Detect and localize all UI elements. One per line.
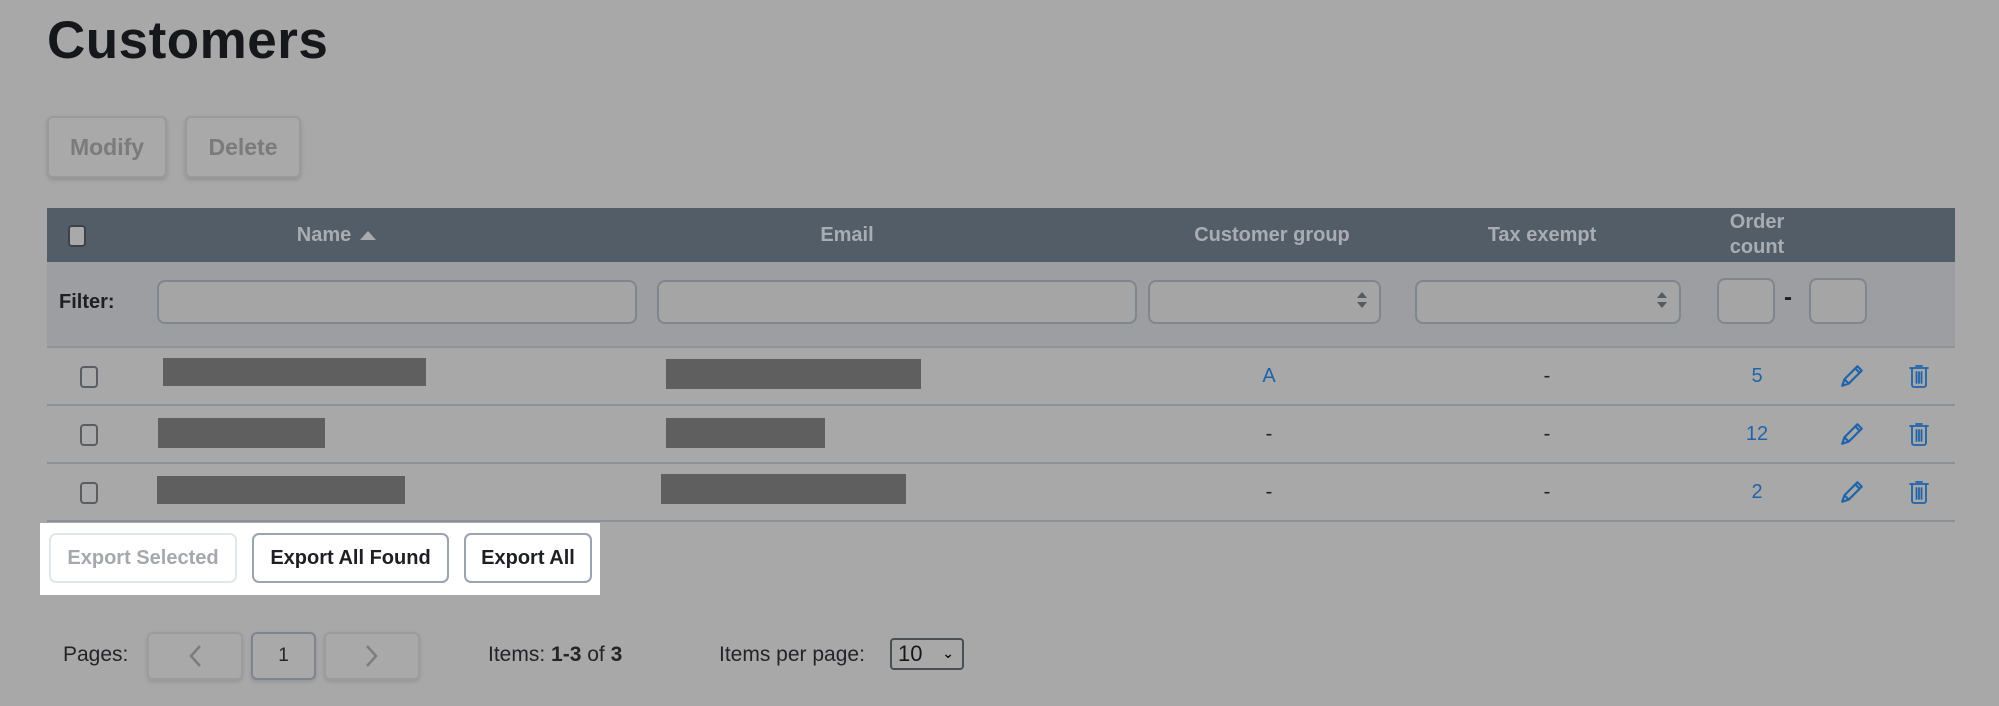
filter-row: Filter: - <box>47 262 1955 348</box>
chevron-down-icon: ⌄ <box>942 645 954 661</box>
tax-exempt-cell: - <box>1543 480 1551 503</box>
name-filter-input[interactable] <box>157 280 637 324</box>
customers-table: Name Email Customer group Tax exempt Ord… <box>47 208 1955 522</box>
pencil-icon <box>1841 365 1863 387</box>
items-of: of <box>587 643 605 666</box>
column-tax-exempt-label: Tax exempt <box>1487 223 1597 246</box>
column-header-email[interactable]: Email <box>657 208 1037 262</box>
tax-exempt-cell: - <box>1543 422 1551 445</box>
customer-group-cell: - <box>1265 480 1273 503</box>
trash-icon <box>1909 423 1929 446</box>
items-total: 3 <box>610 643 623 666</box>
redacted-email <box>661 474 906 504</box>
row-checkbox[interactable] <box>80 424 98 446</box>
redacted-email <box>666 359 921 389</box>
delete-row-button[interactable] <box>1905 419 1933 449</box>
column-header-name[interactable]: Name <box>147 208 527 262</box>
column-order-count-label-line2: count <box>1729 236 1785 258</box>
redacted-name <box>157 476 405 504</box>
items-range: 1-3 <box>551 643 582 666</box>
next-page-button[interactable] <box>324 632 420 680</box>
export-selected-button[interactable]: Export Selected <box>49 533 237 583</box>
items-per-page-value: 10 <box>898 641 923 666</box>
column-name-label: Name <box>296 223 352 246</box>
redacted-email <box>666 418 825 448</box>
table-row: A - 5 <box>47 348 1955 406</box>
delete-button[interactable]: Delete <box>185 116 301 178</box>
range-separator: - <box>1784 284 1792 311</box>
select-all-checkbox[interactable] <box>68 225 86 247</box>
column-header-order-count[interactable]: Order count <box>1707 208 1807 262</box>
tax-exempt-filter-select[interactable] <box>1415 280 1681 324</box>
row-checkbox[interactable] <box>80 482 98 504</box>
filter-label: Filter: <box>59 291 115 313</box>
page-number-button[interactable]: 1 <box>251 632 316 680</box>
column-header-customer-group[interactable]: Customer group <box>1147 208 1397 262</box>
redacted-name <box>163 358 426 386</box>
previous-page-button[interactable] <box>147 632 243 680</box>
edit-button[interactable] <box>1838 419 1866 449</box>
export-all-button[interactable]: Export All <box>464 533 592 583</box>
sort-asc-icon <box>360 231 377 240</box>
delete-row-button[interactable] <box>1905 477 1933 507</box>
order-count-max-input[interactable] <box>1809 278 1867 324</box>
table-header: Name Email Customer group Tax exempt Ord… <box>47 208 1955 262</box>
customer-group-cell: - <box>1265 422 1273 445</box>
trash-icon <box>1909 365 1929 388</box>
email-filter-input[interactable] <box>657 280 1137 324</box>
trash-icon <box>1909 481 1929 504</box>
column-order-count-label-line1: Order <box>1729 211 1785 233</box>
row-checkbox[interactable] <box>80 366 98 388</box>
modify-button[interactable]: Modify <box>47 116 167 178</box>
delete-row-button[interactable] <box>1905 361 1933 391</box>
items-per-page-label: Items per page: <box>719 643 865 666</box>
page-title: Customers <box>47 11 329 70</box>
chevron-right-icon <box>366 645 378 667</box>
customer-group-filter-select[interactable] <box>1148 280 1381 324</box>
order-count-link[interactable]: 12 <box>1722 406 1792 462</box>
table-row: - - 2 <box>47 464 1955 522</box>
edit-button[interactable] <box>1838 477 1866 507</box>
order-count-link[interactable]: 5 <box>1722 348 1792 404</box>
tax-exempt-cell: - <box>1543 364 1551 387</box>
pencil-icon <box>1841 423 1863 445</box>
redacted-name <box>158 418 325 448</box>
order-count-link[interactable]: 2 <box>1722 464 1792 520</box>
pages-label: Pages: <box>63 643 129 666</box>
column-customer-group-label: Customer group <box>1194 223 1350 246</box>
chevron-left-icon <box>189 645 201 667</box>
column-email-label: Email <box>820 223 874 246</box>
export-actions: Export Selected Export All Found Export … <box>40 523 600 595</box>
items-summary: Items: 1-3 of 3 <box>488 643 622 667</box>
pencil-icon <box>1841 481 1863 503</box>
column-header-tax-exempt[interactable]: Tax exempt <box>1417 208 1667 262</box>
items-per-page-select[interactable]: 10 ⌄ <box>890 638 964 670</box>
table-row: - - 12 <box>47 406 1955 464</box>
order-count-min-input[interactable] <box>1717 278 1775 324</box>
customer-group-cell[interactable]: A <box>1234 348 1304 404</box>
items-prefix: Items: <box>488 643 546 666</box>
export-all-found-button[interactable]: Export All Found <box>252 533 449 583</box>
edit-button[interactable] <box>1838 361 1866 391</box>
